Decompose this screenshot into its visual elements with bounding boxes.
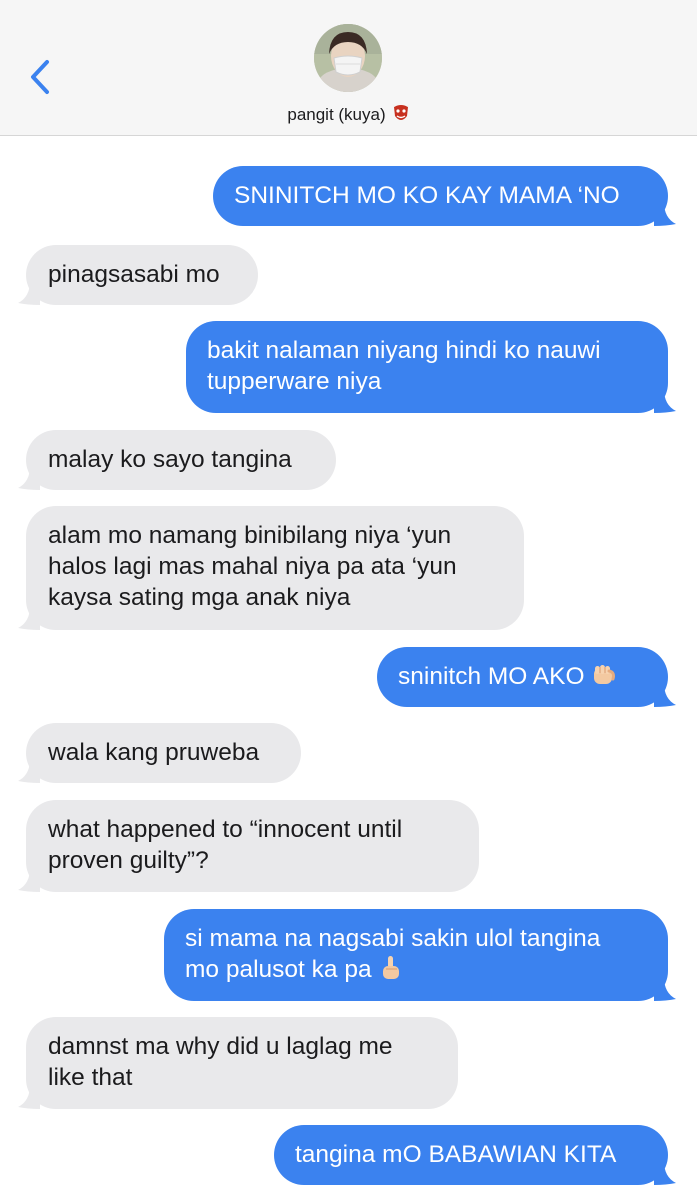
message-bubble-sent[interactable]: tangina mO BABAWIAN KITA	[274, 1125, 676, 1185]
avatar[interactable]	[314, 24, 382, 92]
message-text: mo palusot ka pa	[185, 956, 372, 983]
message-bubble-sent[interactable]: bakit nalaman niyang hindi ko nauwi tupp…	[186, 321, 676, 413]
message-text: SNINITCH MO KO KAY MAMA ‘NO	[234, 182, 620, 209]
bubble-tail	[654, 683, 676, 707]
message-text-row: mo palusot ka pa	[185, 954, 668, 985]
chevron-left-icon[interactable]	[26, 58, 56, 96]
bubble-tail	[18, 759, 40, 783]
message-text: pinagsasabi mo	[48, 261, 220, 288]
bubble-tail	[654, 389, 676, 413]
message-bubble-received[interactable]: wala kang pruweba	[18, 723, 301, 783]
message-text: like that	[48, 1064, 133, 1091]
message-text: sninitch MO AKO	[398, 663, 585, 690]
message-bubble-received[interactable]: what happened to “innocent until proven …	[18, 800, 479, 892]
middle-finger-emoji	[382, 956, 399, 979]
message-bubble-sent[interactable]: SNINITCH MO KO KAY MAMA ‘NO	[213, 166, 676, 226]
message-text: what happened to “innocent until	[48, 816, 403, 843]
bubble-tail	[654, 977, 676, 1001]
message-text: tangina mO BABAWIAN KITA	[295, 1141, 617, 1168]
contact-name[interactable]: pangit (kuya)	[0, 104, 697, 126]
bubble-tail	[18, 466, 40, 490]
bubble-tail	[654, 1161, 676, 1185]
conversation-header: pangit (kuya)	[0, 0, 697, 136]
bubble-tail	[654, 202, 676, 226]
message-text-row: sninitch MO AKO	[398, 661, 668, 692]
message-text: proven guilty”?	[48, 847, 209, 874]
message-bubble-sent[interactable]: si mama na nagsabi sakin ulol tangina mo…	[164, 909, 676, 1001]
message-bubble-sent[interactable]: sninitch MO AKO	[377, 647, 676, 707]
bubble-tail	[18, 281, 40, 305]
message-bubble-received[interactable]: malay ko sayo tangina	[18, 430, 336, 490]
message-text: tupperware niya	[207, 368, 382, 395]
message-bubble-received[interactable]: pinagsasabi mo	[18, 245, 258, 305]
contact-name-label: pangit (kuya)	[287, 105, 386, 124]
message-bubble-received[interactable]: damnst ma why did u laglag me like that	[18, 1017, 458, 1109]
bubble-tail	[18, 1085, 40, 1109]
message-text: bakit nalaman niyang hindi ko nauwi	[207, 337, 601, 364]
message-text: alam mo namang binibilang niya ‘yun	[48, 522, 452, 549]
bubble-tail	[18, 606, 40, 630]
message-text: kaysa sating mga anak niya	[48, 584, 351, 611]
fist-emoji	[593, 665, 615, 684]
message-text: si mama na nagsabi sakin ulol tangina	[185, 925, 601, 952]
message-text: halos lagi mas mahal niya pa ata ‘yun	[48, 553, 457, 580]
goblin-emoji	[391, 104, 410, 120]
message-text: wala kang pruweba	[48, 739, 260, 766]
message-bubble-received[interactable]: alam mo namang binibilang niya ‘yun halo…	[18, 506, 524, 630]
bubble-tail	[18, 868, 40, 892]
message-text: malay ko sayo tangina	[48, 446, 292, 473]
message-text: damnst ma why did u laglag me	[48, 1033, 393, 1060]
